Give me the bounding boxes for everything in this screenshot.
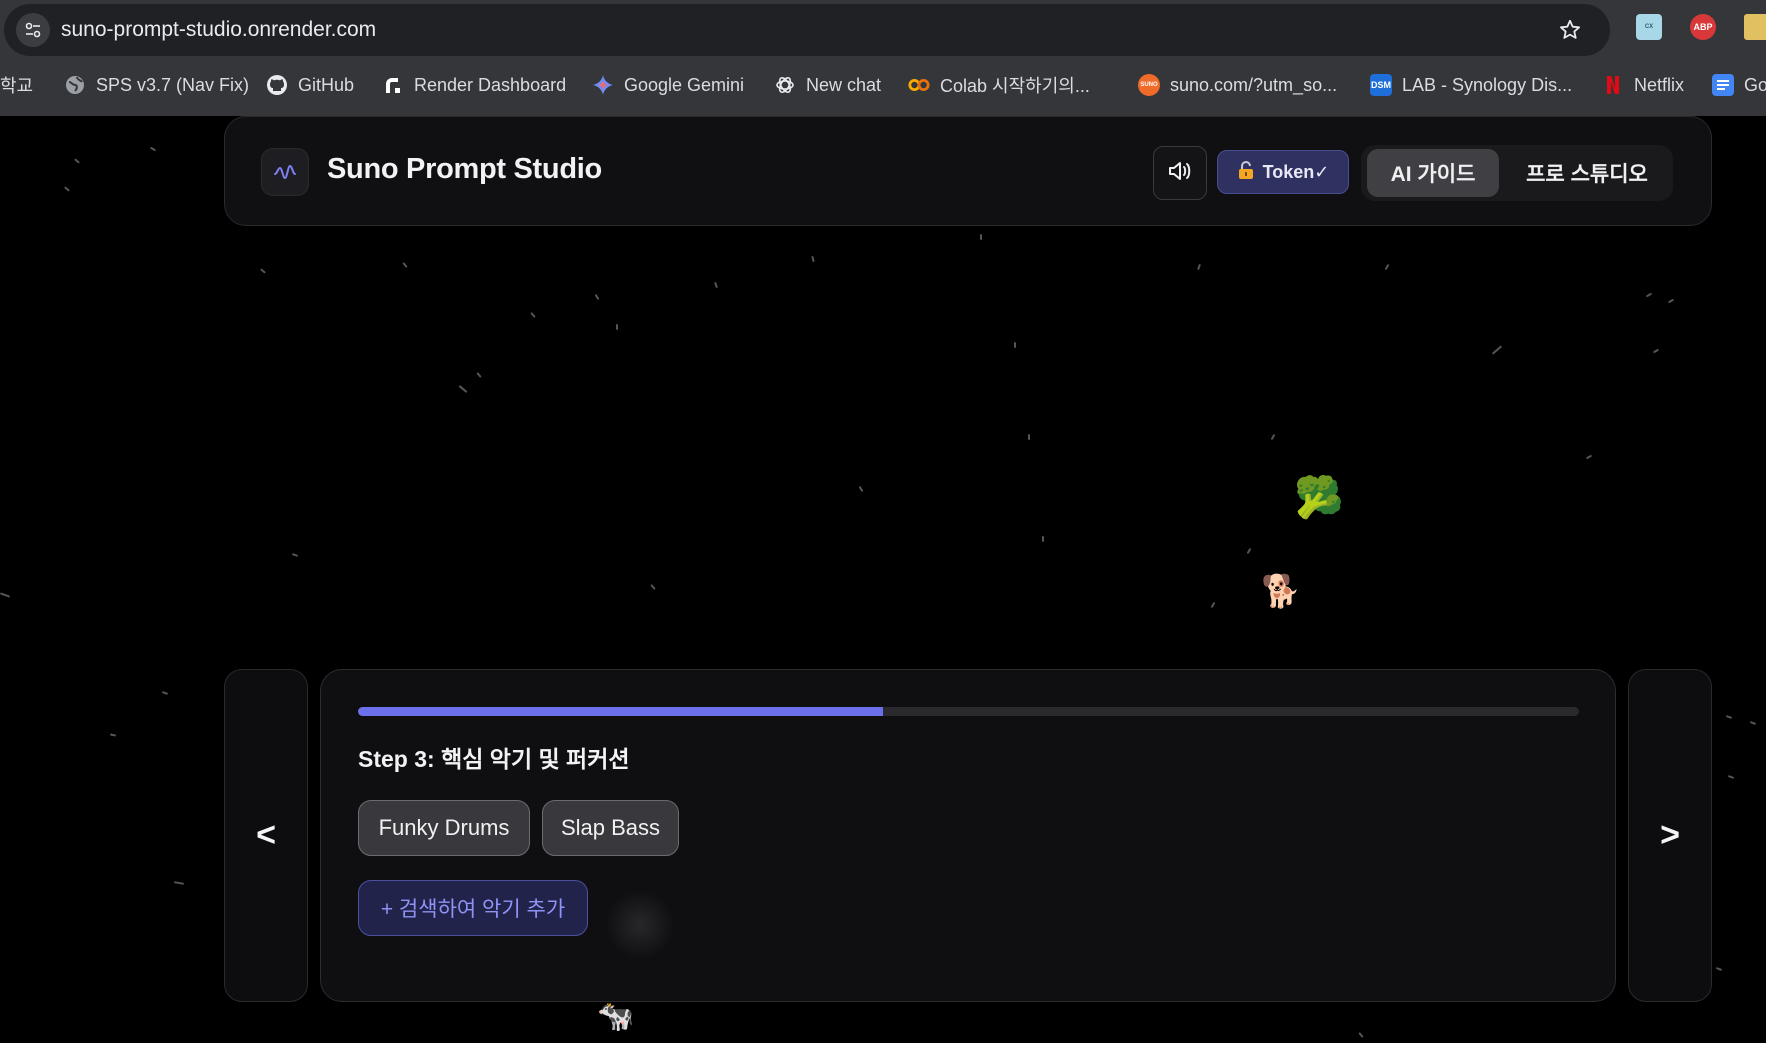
bookmark-item[interactable]: Go bbox=[1712, 66, 1766, 104]
bookmark-item[interactable]: Netflix bbox=[1602, 66, 1684, 104]
extension-icon[interactable] bbox=[1744, 14, 1766, 40]
instrument-chip[interactable]: Funky Drums bbox=[358, 800, 530, 856]
progress-fill bbox=[358, 707, 884, 716]
bookmark-item[interactable]: New chat bbox=[774, 66, 881, 104]
bookmark-item[interactable]: Render Dashboard bbox=[382, 66, 566, 104]
step-card: Step 3: 핵심 악기 및 퍼커션 Funky Drums Slap Bas… bbox=[320, 669, 1616, 1002]
instrument-chip[interactable]: Slap Bass bbox=[542, 800, 679, 856]
app-title: Suno Prompt Studio bbox=[327, 153, 602, 185]
bookmark-item[interactable]: Google Gemini bbox=[592, 66, 744, 104]
sound-toggle-button[interactable] bbox=[1153, 146, 1207, 200]
app-header: Suno Prompt Studio Token✓ AI 가이드 프로 스튜디오 bbox=[224, 116, 1712, 226]
bookmark-label: Google Gemini bbox=[624, 74, 745, 95]
bookmark-label: New chat bbox=[806, 74, 882, 95]
speaker-icon bbox=[1166, 157, 1194, 190]
bookmark-label: Colab 시작하기의... bbox=[940, 76, 1090, 96]
site-info-icon[interactable] bbox=[16, 13, 50, 47]
bookmark-label: Go bbox=[1744, 74, 1766, 95]
cow-emoji: 🐄 bbox=[597, 999, 635, 1033]
mode-switch: AI 가이드 프로 스튜디오 bbox=[1361, 145, 1673, 201]
prev-step-button[interactable]: < bbox=[224, 669, 308, 1002]
dsm-icon: DSM bbox=[1370, 74, 1392, 96]
globe-icon bbox=[64, 74, 86, 96]
render-icon bbox=[382, 74, 404, 96]
bookmark-item[interactable]: Colab 시작하기의... bbox=[908, 66, 1090, 104]
app-page: Suno Prompt Studio Token✓ AI 가이드 프로 스튜디오… bbox=[0, 116, 1766, 1043]
broccoli-emoji: 🥦 bbox=[1294, 475, 1344, 520]
url-text[interactable]: suno-prompt-studio.onrender.com bbox=[61, 4, 376, 56]
netflix-icon bbox=[1602, 74, 1624, 96]
address-bar[interactable]: suno-prompt-studio.onrender.com bbox=[4, 4, 1610, 56]
bookmark-item[interactable]: SPS v3.7 (Nav Fix) bbox=[64, 66, 249, 104]
bookmark-item[interactable]: GitHub bbox=[266, 66, 354, 104]
bookmark-label: 학교 bbox=[0, 76, 34, 96]
add-instrument-button[interactable]: + 검색하여 악기 추가 bbox=[358, 880, 588, 936]
step-progress-bar bbox=[358, 707, 1579, 716]
glow-decoration bbox=[605, 890, 675, 960]
token-label: Token✓ bbox=[1262, 161, 1330, 182]
openai-icon bbox=[774, 74, 796, 96]
crossex-extension-icon[interactable]: CX bbox=[1636, 14, 1662, 40]
bookmark-label: Netflix bbox=[1634, 74, 1685, 95]
bookmark-label: Render Dashboard bbox=[414, 74, 567, 95]
tab-ai-guide[interactable]: AI 가이드 bbox=[1367, 149, 1499, 197]
github-icon bbox=[266, 74, 288, 96]
step-title: Step 3: 핵심 악기 및 퍼커션 bbox=[358, 746, 630, 772]
next-step-button[interactable]: > bbox=[1628, 669, 1712, 1002]
bookmark-item[interactable]: SUNO suno.com/?utm_so... bbox=[1138, 66, 1337, 104]
adblock-plus-extension-icon[interactable]: ABP bbox=[1690, 14, 1716, 40]
unlock-icon bbox=[1237, 160, 1255, 185]
docs-icon bbox=[1712, 74, 1734, 96]
bookmark-item[interactable]: DSM LAB - Synology Dis... bbox=[1370, 66, 1572, 104]
token-button[interactable]: Token✓ bbox=[1217, 150, 1349, 194]
bookmark-star-icon[interactable] bbox=[1554, 14, 1586, 46]
colab-icon bbox=[908, 74, 930, 96]
bookmark-label: SPS v3.7 (Nav Fix) bbox=[96, 74, 250, 95]
bookmarks-bar: 학교 SPS v3.7 (Nav Fix) GitHub Render Dash… bbox=[0, 66, 1766, 104]
dog-emoji: 🐕 bbox=[1261, 573, 1301, 609]
tab-pro-studio[interactable]: 프로 스튜디오 bbox=[1507, 149, 1667, 197]
bookmark-label: suno.com/?utm_so... bbox=[1170, 74, 1338, 95]
waveform-logo-icon bbox=[261, 148, 309, 196]
bookmark-label: GitHub bbox=[298, 74, 355, 95]
suno-icon: SUNO bbox=[1138, 74, 1160, 96]
bookmark-label: LAB - Synology Dis... bbox=[1402, 74, 1573, 95]
gemini-icon bbox=[592, 74, 614, 96]
bookmark-item[interactable]: 학교 bbox=[0, 66, 33, 104]
browser-chrome: suno-prompt-studio.onrender.com CX ABP 학… bbox=[0, 0, 1766, 116]
